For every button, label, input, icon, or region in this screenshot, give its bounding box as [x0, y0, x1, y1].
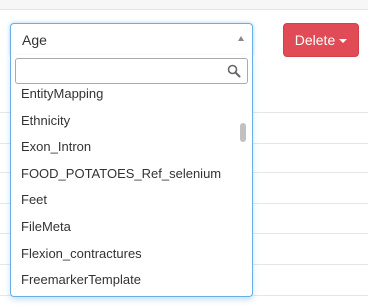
table-header-strip [0, 0, 368, 10]
delete-button[interactable]: Delete [283, 23, 359, 57]
option-item[interactable]: Flexion_contractures [11, 241, 237, 268]
page: Age EntityMapping Ethnicity Exon_Intron … [0, 0, 368, 306]
caret-down-icon [339, 39, 348, 44]
scrollbar-thumb[interactable] [240, 123, 246, 142]
select-dropdown: EntityMapping Ethnicity Exon_Intron FOOD… [10, 55, 253, 297]
option-item[interactable]: Feet [11, 187, 237, 214]
entity-select[interactable]: Age [10, 23, 253, 56]
select-selected-value: Age [22, 32, 47, 48]
option-item[interactable]: Ethnicity [11, 108, 237, 135]
option-item[interactable]: FOOD_POTATOES_Ref_selenium [11, 161, 237, 188]
delete-button-label: Delete [294, 32, 336, 48]
options-list: EntityMapping Ethnicity Exon_Intron FOOD… [11, 84, 237, 294]
option-item[interactable]: EntityMapping [11, 84, 237, 108]
option-item[interactable]: FreemarkerTemplate [11, 267, 237, 294]
option-item[interactable]: Exon_Intron [11, 134, 237, 161]
dropdown-search-input[interactable] [16, 59, 226, 83]
search-icon [227, 64, 241, 78]
caret-up-icon[interactable] [238, 36, 244, 41]
option-item[interactable]: FileMeta [11, 214, 237, 241]
options-scrollbar[interactable] [238, 85, 248, 293]
dropdown-search [15, 58, 248, 84]
